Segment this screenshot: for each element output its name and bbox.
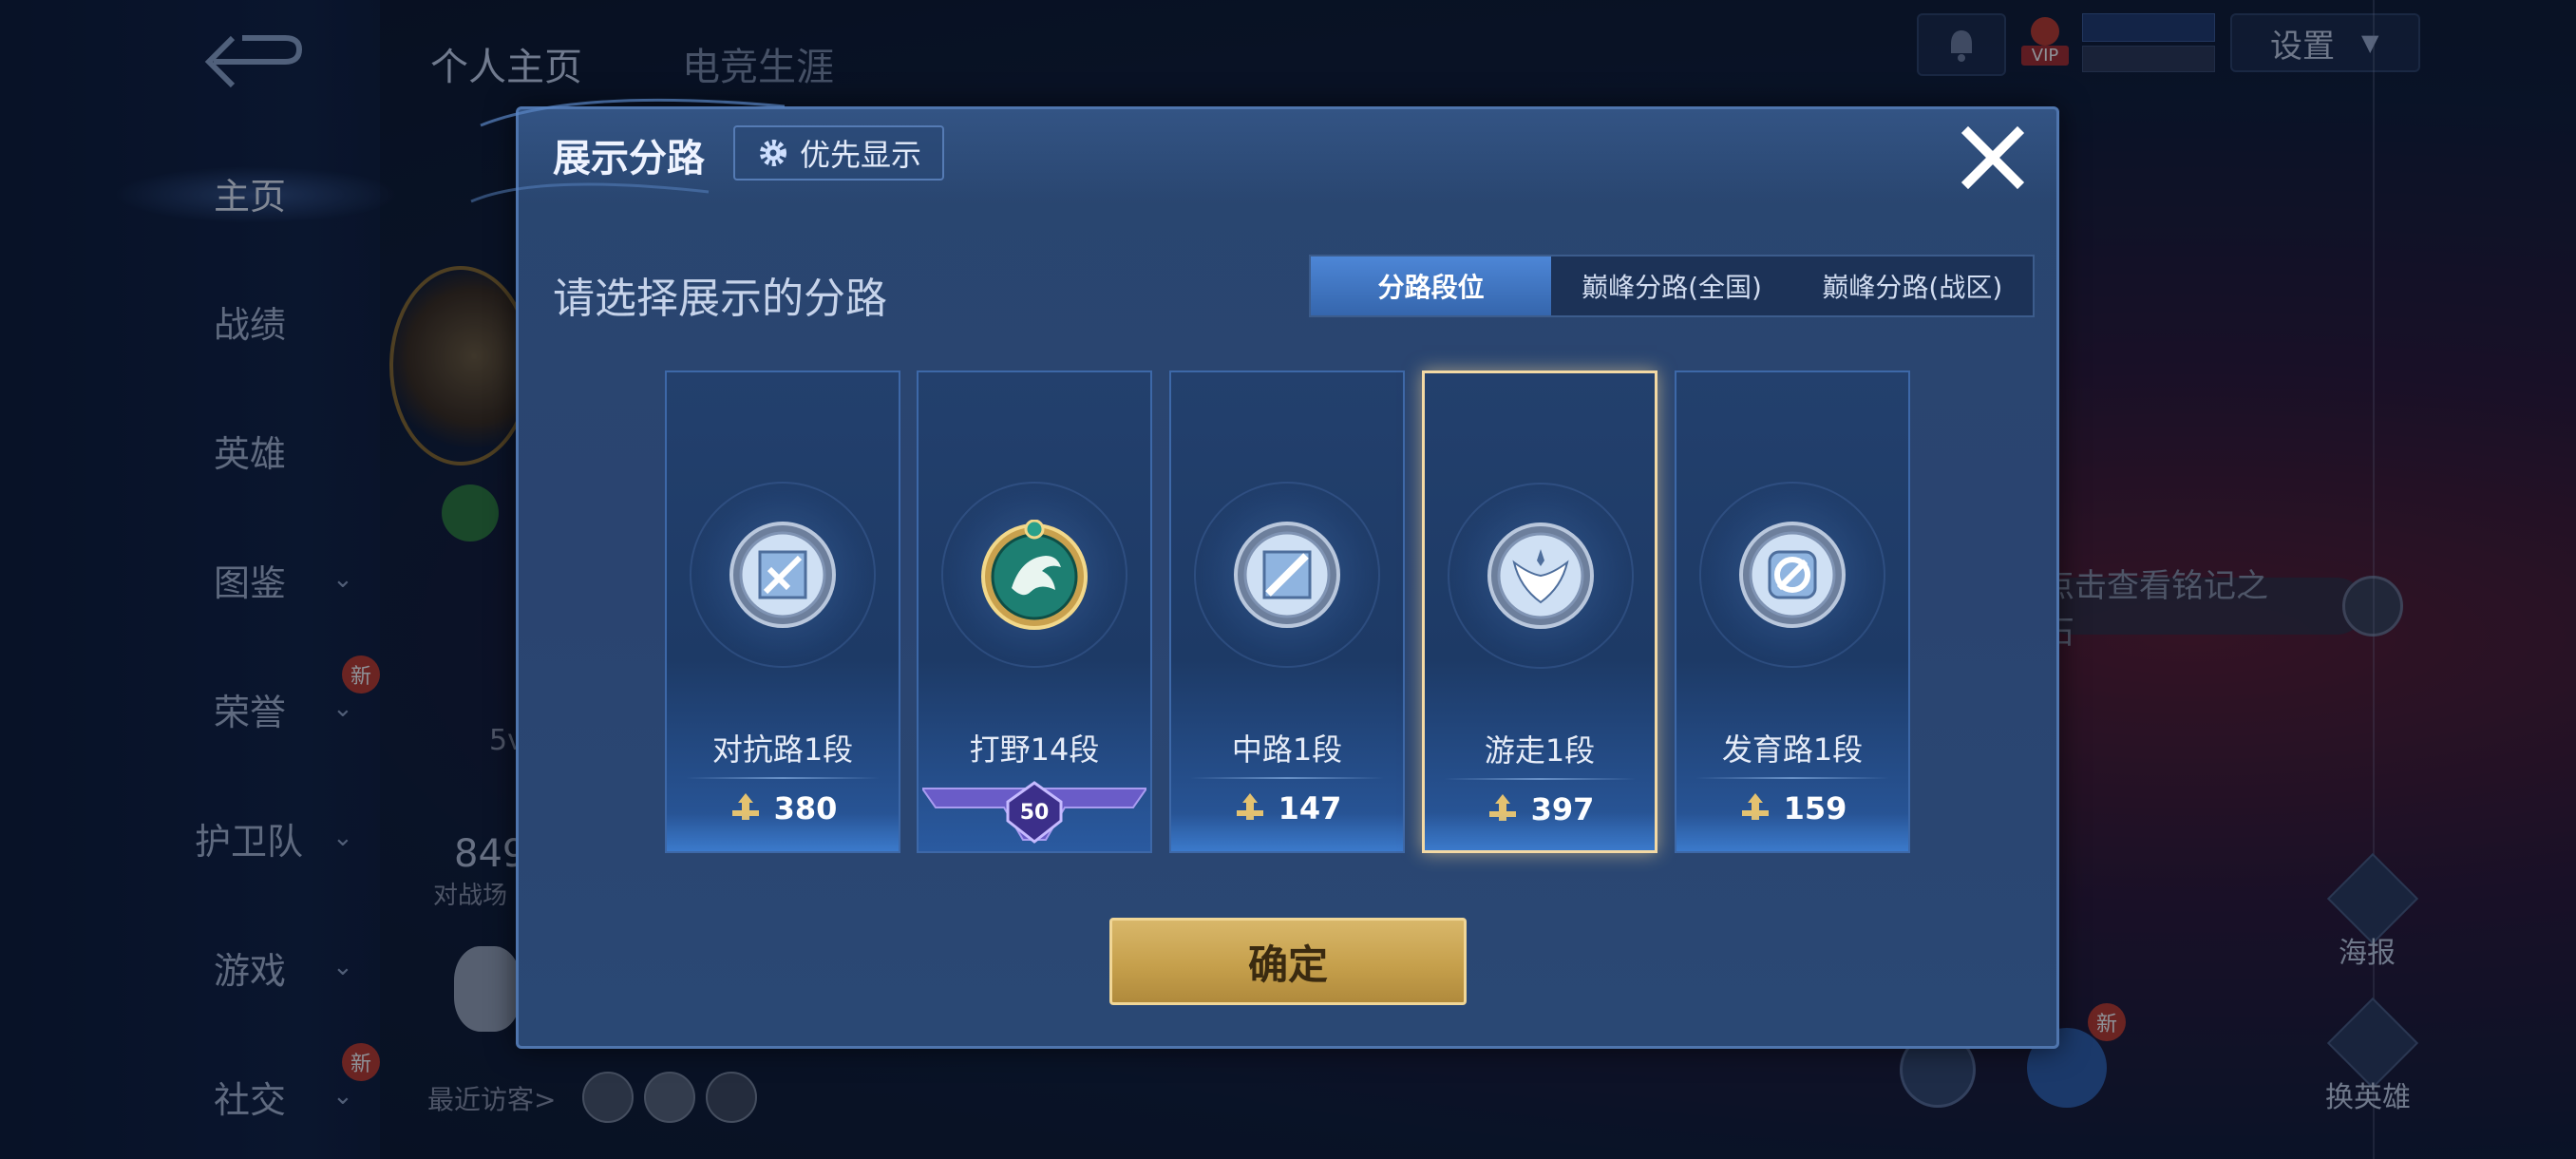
rank-badge-value: 50: [1020, 801, 1050, 825]
card-bottom-glow: [1676, 813, 1908, 851]
priority-display-button[interactable]: 优先显示: [733, 125, 944, 180]
lane-card-roam[interactable]: 游走1段 397: [1422, 370, 1657, 853]
clash-lane-emblem-icon: [729, 522, 836, 628]
divider: [1695, 777, 1889, 779]
farm-lane-emblem-icon: [1739, 522, 1846, 628]
divider: [1444, 778, 1636, 780]
lane-rank-label: 发育路1段: [1721, 732, 1864, 768]
card-bottom-glow: [1171, 813, 1403, 851]
priority-display-label: 优先显示: [799, 137, 921, 173]
gear-icon: [759, 140, 786, 166]
tab-peak-lane-national[interactable]: 巅峰分路(全国): [1551, 256, 1791, 315]
divider: [686, 777, 880, 779]
lane-rank-label: 对抗路1段: [711, 732, 854, 768]
tab-peak-lane-region[interactable]: 巅峰分路(战区): [1792, 256, 2033, 315]
dialog-subtitle: 请选择展示的分路: [553, 275, 887, 323]
lane-rank-label: 游走1段: [1484, 732, 1596, 769]
divider: [1190, 777, 1384, 779]
card-bottom-glow: [667, 813, 899, 851]
lane-card-mid[interactable]: 中路1段 147: [1169, 370, 1405, 853]
rank-ribbon-icon: 50: [922, 781, 1146, 844]
card-bottom-glow: [1425, 812, 1655, 850]
confirm-button[interactable]: 确定: [1109, 918, 1467, 1005]
close-icon[interactable]: [1957, 122, 2029, 194]
mid-lane-emblem-icon: [1234, 522, 1340, 628]
lane-rank-label: 中路1段: [1231, 732, 1343, 768]
roam-wings-emblem-icon: [1487, 522, 1594, 629]
lane-rank-label: 打野14段: [969, 732, 1100, 768]
lane-card-clash[interactable]: 对抗路1段 380: [665, 370, 900, 853]
dialog-title: 展示分路: [553, 137, 705, 180]
lane-type-tabs: 分路段位 巅峰分路(全国) 巅峰分路(战区): [1309, 255, 2035, 317]
tab-lane-rank[interactable]: 分路段位: [1311, 256, 1552, 315]
lane-card-farm[interactable]: 发育路1段 159: [1675, 370, 1910, 853]
jungle-dragon-emblem-icon: [981, 520, 1088, 630]
lane-card-jungle[interactable]: 打野14段 50: [917, 370, 1152, 853]
